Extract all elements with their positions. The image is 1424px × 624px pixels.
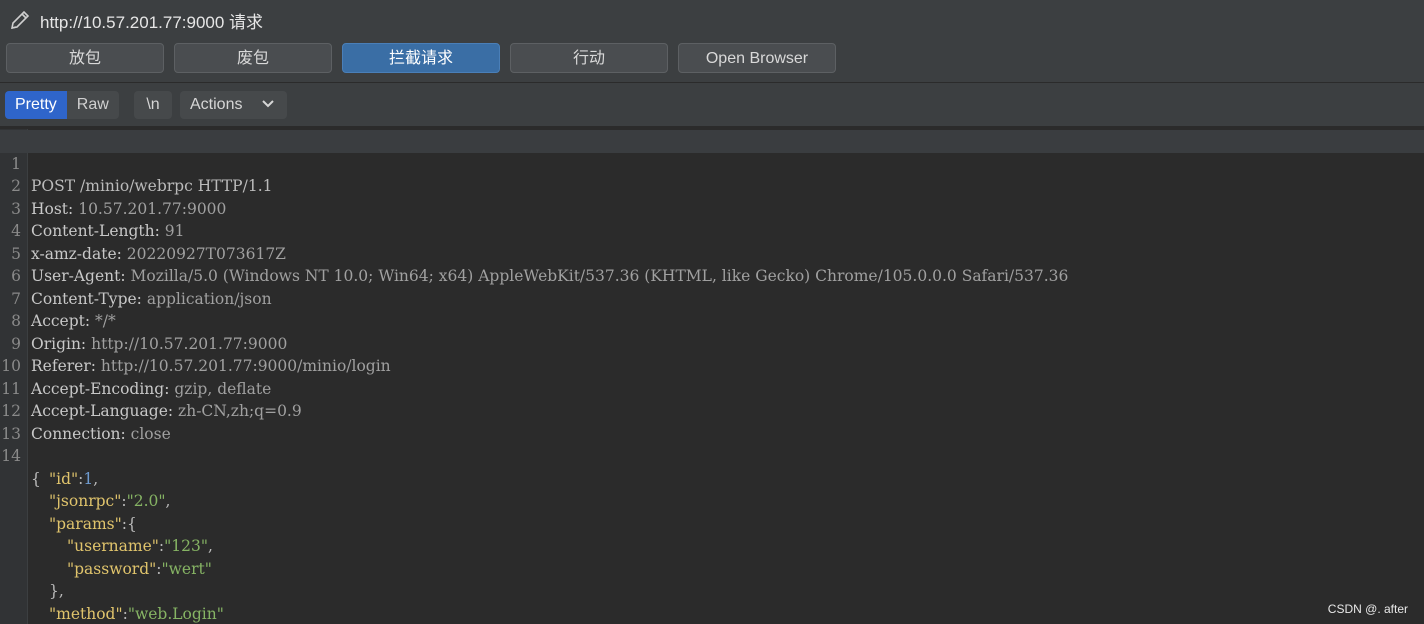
header-line: 4 x-amz-date: 20220927T073617Z: [0, 198, 1424, 263]
intercept-toggle-button[interactable]: 拦截请求: [342, 43, 500, 73]
window-title: http://10.57.201.77:9000 请求: [40, 12, 264, 32]
pencil-icon: [10, 10, 30, 30]
open-browser-button[interactable]: Open Browser: [678, 43, 836, 73]
newline-toggle-button[interactable]: \n: [134, 91, 172, 119]
body-line: "username":"123",: [67, 537, 213, 555]
view-mode-tabs: Pretty Raw: [5, 91, 119, 119]
editor-toolbar: Pretty Raw \n Actions: [0, 88, 1424, 122]
title-bar: http://10.57.201.77:9000 请求: [0, 0, 1424, 40]
body-line: "jsonrpc":"2.0",: [49, 492, 171, 510]
actions-label: Actions: [190, 96, 243, 113]
body-line: "params":{: [49, 514, 137, 533]
tab-pretty[interactable]: Pretty: [5, 91, 67, 119]
header-line: 11 Accept-Language: zh-CN,zh;q=0.9: [0, 355, 1424, 421]
header-line: 12 Connection: close: [0, 378, 1424, 443]
body-line: "method":"web.Login": [49, 604, 224, 623]
action-button-row: 放包 废包 拦截请求 行动 Open Browser: [0, 43, 1424, 75]
drop-button[interactable]: 废包: [174, 43, 332, 73]
divider: [0, 82, 1424, 83]
header-line: 5 User-Agent: Mozilla/5.0 (Windows NT 10…: [0, 220, 1424, 286]
header-line: 9 Referer: http://10.57.201.77:9000/mini…: [0, 310, 1424, 376]
header-line: 8 Origin: http://10.57.201.77:9000: [0, 288, 1424, 353]
header-line: 6 Content-Type: application/json: [0, 243, 1424, 308]
header-line: 7 Accept: */*: [0, 265, 1424, 331]
actions-dropdown[interactable]: Actions: [180, 91, 287, 119]
header-line: 2 Host: 10.57.201.77:9000: [0, 153, 1424, 218]
body-line: 14 {: [0, 423, 1424, 488]
header-line: 10 Accept-Encoding: gzip, deflate: [0, 333, 1424, 398]
header-line: 3 Content-Length: 91: [0, 175, 1424, 241]
body-line: "id":1,: [49, 469, 99, 488]
request-editor[interactable]: 1 POST /minio/webrpc HTTP/1.1 2 Host: 10…: [0, 129, 1424, 624]
body-line: },: [0, 558, 1424, 600]
chevron-down-icon: [261, 93, 275, 122]
request-line: 1 POST /minio/webrpc HTTP/1.1: [0, 130, 1424, 195]
body-line: "password":"wert": [67, 559, 212, 578]
forward-button[interactable]: 放包: [6, 43, 164, 73]
empty-line: 13: [0, 400, 1424, 443]
watermark: CSDN @. after: [1327, 602, 1408, 616]
action-button[interactable]: 行动: [510, 43, 668, 73]
body-line: }: [0, 603, 1424, 624]
tab-raw[interactable]: Raw: [67, 91, 119, 119]
